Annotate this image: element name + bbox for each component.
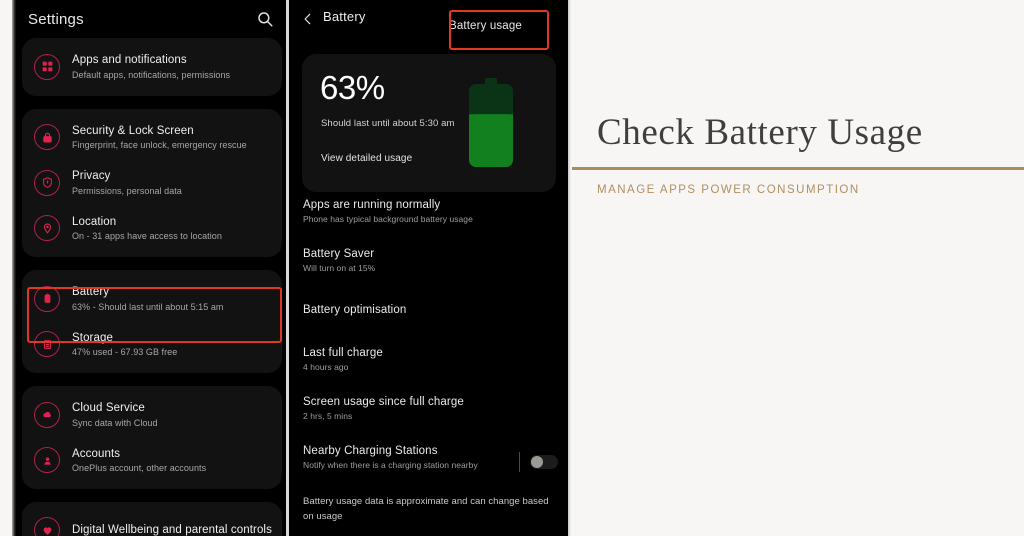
settings-header: Settings [16,0,288,38]
page-edge-strip [0,0,12,536]
account-icon [34,447,60,474]
battery-header: Battery [289,0,568,56]
settings-row-subtitle: Fingerprint, face unlock, emergency resc… [72,140,247,150]
battery-item-title: Screen usage since full charge [303,396,464,408]
sidebar-item-privacy[interactable]: Privacy Permissions, personal data [22,160,282,206]
battery-item-last-full-charge[interactable]: Last full charge 4 hours ago [289,346,568,373]
settings-row-title: Location [72,215,117,228]
toggle-knob [531,456,543,468]
settings-group: Cloud Service Sync data with Cloud Accou… [22,386,282,489]
lock-icon [34,124,60,151]
sidebar-item-digital-wellbeing[interactable]: Digital Wellbeing and parental controls [22,508,282,536]
location-pin-icon [34,215,60,242]
wellbeing-icon [34,517,60,536]
settings-group: Apps and notifications Default apps, not… [22,38,282,96]
battery-item-title: Battery Saver [303,248,375,260]
battery-item-subtitle: Will turn on at 15% [303,263,376,273]
settings-row-subtitle: OnePlus account, other accounts [72,463,207,473]
battery-item-title: Last full charge [303,347,383,359]
sidebar-item-apps-and-notifications[interactable]: Apps and notifications Default apps, not… [22,44,282,90]
battery-item-title: Apps are running normally [303,199,441,211]
sidebar-item-storage[interactable]: Storage 47% used - 67.93 GB free [22,322,282,368]
battery-percent: 63% [320,69,385,106]
settings-row-title: Security & Lock Screen [72,124,194,137]
battery-item-battery-optimisation[interactable]: Battery optimisation [289,303,568,317]
battery-screen: Battery Battery usage 63% Should last un… [289,0,568,536]
settings-row-title: Battery [72,286,110,298]
battery-options-list: Apps are running normally Phone has typi… [289,198,568,493]
settings-screen: Settings Apps and notifications Default … [0,0,288,536]
battery-item-subtitle: Phone has typical background battery usa… [303,214,473,224]
battery-item-screen-usage[interactable]: Screen usage since full charge 2 hrs, 5 … [289,395,568,422]
panel-subheading: MANAGE APPS POWER CONSUMPTION [597,184,860,196]
battery-icon [34,285,60,312]
panel-accent-rule [572,167,1024,170]
panel-heading: Check Battery Usage [597,112,923,153]
settings-row-title: Privacy [72,170,111,182]
settings-row-subtitle: Sync data with Cloud [72,417,158,428]
battery-item-title: Nearby Charging Stations [303,445,438,457]
battery-item-subtitle: Notify when there is a charging station … [303,460,478,470]
settings-row-title: Digital Wellbeing and parental controls [72,524,272,536]
settings-row-subtitle: 47% used - 67.93 GB free [72,347,178,357]
nearby-charging-toggle[interactable] [530,455,558,469]
settings-row-title: Cloud Service [72,402,145,414]
back-chevron-icon[interactable] [301,8,323,31]
settings-row-title: Storage [72,331,113,344]
settings-row-battery[interactable]: Battery 63% - Should last until about 5:… [22,276,282,322]
battery-estimate-text: Should last until about 5:30 am [321,118,455,129]
settings-row-subtitle: On - 31 apps have access to location [72,231,222,241]
settings-row-title: Apps and notifications [72,54,187,66]
apps-grid-icon [34,53,60,80]
battery-level-graphic [466,78,516,168]
settings-group: Battery 63% - Should last until about 5:… [22,270,282,373]
battery-usage-button[interactable]: Battery usage [449,20,522,32]
settings-row-subtitle: Permissions, personal data [72,185,182,196]
battery-item-nearby-charging-stations[interactable]: Nearby Charging Stations Notify when the… [289,444,568,472]
toggle-separator [519,452,520,472]
sidebar-item-location[interactable]: Location On - 31 apps have access to loc… [22,206,282,252]
sidebar-item-cloud-service[interactable]: Cloud Service Sync data with Cloud [22,392,282,438]
shield-icon [34,169,60,196]
cloud-icon [34,401,60,428]
panel-edge-shadow [568,0,571,536]
screenshot-root: Settings Apps and notifications Default … [0,0,1024,536]
settings-group: Security & Lock Screen Fingerprint, face… [22,108,282,257]
settings-row-subtitle: 63% - Should last until about 5:15 am [72,301,224,312]
toggle-group [519,452,558,472]
title-panel: Check Battery Usage MANAGE APPS POWER CO… [568,0,1024,536]
page-title: Settings [28,10,84,28]
settings-row-title: Accounts [72,447,121,460]
battery-item-subtitle: 4 hours ago [303,362,349,372]
settings-list[interactable]: Apps and notifications Default apps, not… [16,38,288,536]
battery-item-title: Battery optimisation [303,304,407,316]
battery-page-title: Battery [323,9,366,24]
battery-footnote: Battery usage data is approximate and ca… [303,496,549,522]
sidebar-item-security-lock-screen[interactable]: Security & Lock Screen Fingerprint, face… [22,115,282,161]
battery-summary-card[interactable]: 63% Should last until about 5:30 am View… [302,54,556,192]
battery-item-battery-saver[interactable]: Battery Saver Will turn on at 15% [289,247,568,274]
search-icon[interactable] [256,10,274,28]
battery-item-apps-running[interactable]: Apps are running normally Phone has typi… [289,198,568,225]
sidebar-item-accounts[interactable]: Accounts OnePlus account, other accounts [22,438,282,484]
view-detailed-usage-link[interactable]: View detailed usage [321,153,412,164]
battery-item-subtitle: 2 hrs, 5 mins [303,411,353,421]
settings-group: Digital Wellbeing and parental controls [22,502,282,536]
settings-row-subtitle: Default apps, notifications, permissions [72,69,231,80]
storage-icon [34,331,60,358]
